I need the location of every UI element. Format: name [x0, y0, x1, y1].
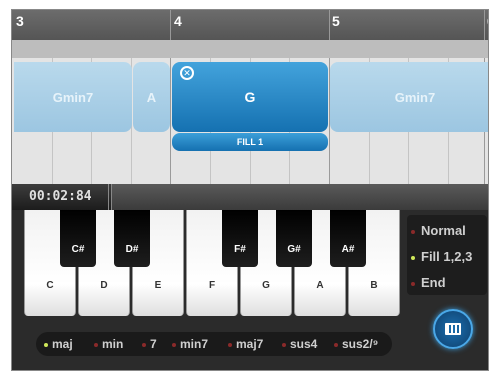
chord-type-label: sus4 — [290, 337, 318, 351]
timeline-scrollbar[interactable] — [112, 184, 488, 210]
piano-key-a-sharp[interactable]: A# — [330, 210, 366, 267]
mode-selector: Normal Fill 1,2,3 End — [407, 215, 487, 295]
chord-block[interactable]: A — [133, 62, 170, 132]
key-label: B — [370, 280, 378, 291]
bar-divider — [484, 10, 485, 40]
chord-type-label: min — [102, 337, 124, 351]
timeline-band — [12, 40, 488, 58]
app-window: 3 4 5 6 Gmin7 A ✕ G Gmin7 FILL 1 00:02:8… — [11, 9, 489, 371]
mode-option-normal[interactable]: Normal — [411, 223, 466, 238]
mode-label: End — [421, 275, 446, 290]
mode-indicator — [411, 255, 415, 260]
chord-type-maj[interactable]: maj — [44, 337, 73, 351]
grid-line — [170, 58, 171, 184]
chord-type-label: min7 — [180, 337, 209, 351]
chord-type-label: maj — [52, 337, 73, 351]
key-label: C# — [71, 244, 85, 255]
chord-block[interactable]: Gmin7 — [14, 62, 132, 132]
piano-keyboard-icon — [445, 323, 461, 335]
chord-type-indicator — [94, 342, 98, 347]
chord-type-indicator — [172, 342, 176, 347]
chord-type-indicator — [44, 342, 48, 347]
bar-divider — [329, 10, 330, 40]
piano-keyboard: C D E F G A B C# D# F# G# A# — [24, 210, 404, 316]
key-label: E — [154, 280, 162, 291]
chord-type-indicator — [142, 342, 146, 347]
chord-type-min7[interactable]: min7 — [172, 337, 208, 351]
chord-type-indicator — [228, 342, 232, 347]
bar-number-6: 6 — [487, 13, 488, 29]
key-label: F — [208, 280, 216, 291]
chord-type-label: 7 — [150, 337, 157, 351]
chord-type-selector: maj min 7 min7 maj7 sus4 sus2/⁹ — [36, 332, 392, 356]
bar-number-5: 5 — [332, 13, 340, 29]
piano-key-f-sharp[interactable]: F# — [222, 210, 258, 267]
key-label: D# — [125, 244, 139, 255]
fill-pattern-bar[interactable]: FILL 1 — [172, 133, 328, 151]
bar-number-3: 3 — [16, 13, 24, 29]
chord-type-maj7[interactable]: maj7 — [228, 337, 263, 351]
chord-type-7[interactable]: 7 — [142, 337, 157, 351]
close-icon[interactable]: ✕ — [180, 66, 194, 80]
chord-type-sus2[interactable]: sus2/⁹ — [334, 337, 378, 351]
mode-indicator — [411, 281, 415, 286]
chord-type-min[interactable]: min — [94, 337, 123, 351]
chord-label: A — [146, 89, 157, 105]
chord-label: G — [244, 89, 256, 105]
key-label: A — [316, 280, 324, 291]
chord-type-indicator — [282, 342, 286, 347]
bar-number-4: 4 — [174, 13, 182, 29]
timeline-ruler: 3 4 5 6 — [12, 10, 488, 40]
piano-key-c-sharp[interactable]: C# — [60, 210, 96, 267]
chord-label: Gmin7 — [52, 89, 94, 105]
chord-block[interactable]: Gmin7 — [330, 62, 488, 132]
keyboard-toggle-button[interactable] — [433, 309, 473, 349]
chord-block-selected[interactable]: ✕ G — [172, 62, 328, 132]
key-label: C — [46, 280, 54, 291]
chord-type-indicator — [334, 342, 338, 347]
time-bar: 00:02:84 — [12, 184, 488, 210]
mode-option-fill[interactable]: Fill 1,2,3 — [411, 249, 472, 264]
key-label: G# — [287, 244, 301, 255]
key-label: G — [262, 280, 270, 291]
piano-key-d-sharp[interactable]: D# — [114, 210, 150, 267]
bar-divider — [170, 10, 171, 40]
mode-label: Fill 1,2,3 — [421, 249, 473, 264]
chord-label: Gmin7 — [394, 89, 436, 105]
chord-type-sus4[interactable]: sus4 — [282, 337, 317, 351]
chord-type-label: sus2/⁹ — [342, 337, 379, 351]
mode-label: Normal — [421, 223, 466, 238]
mode-option-end[interactable]: End — [411, 275, 446, 290]
controls-panel: C D E F G A B C# D# F# G# A# Normal Fill… — [12, 210, 488, 370]
key-label: F# — [234, 244, 246, 255]
key-label: D — [100, 280, 108, 291]
piano-key-g-sharp[interactable]: G# — [276, 210, 312, 267]
time-display: 00:02:84 — [29, 189, 92, 204]
chord-type-label: maj7 — [236, 337, 264, 351]
key-label: A# — [341, 244, 355, 255]
mode-indicator — [411, 229, 415, 234]
